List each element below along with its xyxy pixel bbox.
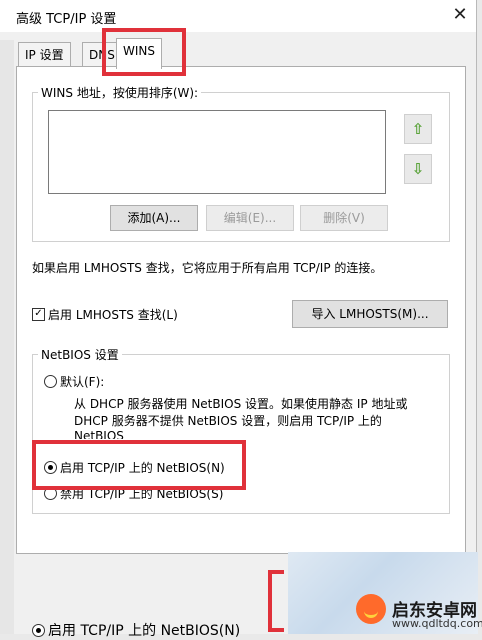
move-up-button[interactable]: ⇧	[404, 114, 432, 144]
lmhosts-note: 如果启用 LMHOSTS 查找，它将应用于所有启用 TCP/IP 的连接。	[32, 261, 383, 275]
add-button[interactable]: 添加(A)...	[110, 205, 198, 231]
tab-wins[interactable]: WINS	[116, 38, 162, 69]
background-bottom-text: 启用 TCP/IP 上的 NetBIOS(N)	[48, 623, 241, 639]
move-down-button[interactable]: ⇩	[404, 154, 432, 184]
advanced-tcpip-dialog: 高级 TCP/IP 设置 ✕ IP 设置 DNS WINS WINS 地址，按使…	[0, 0, 477, 634]
netbios-group-label: NetBIOS 设置	[38, 346, 122, 363]
arrow-down-icon: ⇩	[411, 160, 425, 178]
radio-default-label[interactable]: 默认(F):	[60, 373, 104, 390]
edit-button[interactable]: 编辑(E)...	[206, 205, 294, 231]
import-lmhosts-button[interactable]: 导入 LMHOSTS(M)...	[292, 300, 448, 328]
default-description-line-2: DHCP 服务器不提供 NetBIOS 设置，则启用 TCP/IP 上的	[74, 414, 382, 428]
highlight-partial-bottom	[268, 570, 284, 632]
background-radio	[32, 624, 45, 637]
default-description-line-3: NetBIOS	[74, 429, 124, 439]
lmhosts-checkbox[interactable]: ✓	[32, 308, 45, 321]
watermark-logo-icon	[356, 594, 386, 624]
radio-default[interactable]	[44, 375, 57, 388]
wins-group-label: WINS 地址，按使用排序(W):	[38, 84, 202, 101]
lmhosts-checkbox-label[interactable]: 启用 LMHOSTS 查找(L)	[48, 306, 178, 323]
close-icon[interactable]: ✕	[446, 2, 474, 28]
remove-button[interactable]: 删除(V)	[300, 205, 388, 231]
highlight-enable-netbios	[32, 440, 246, 490]
tab-wins-label: WINS	[123, 44, 155, 58]
window-title: 高级 TCP/IP 设置	[16, 12, 117, 27]
default-description-line-1: 从 DHCP 服务器使用 NetBIOS 设置。如果使用静态 IP 地址或	[74, 397, 408, 411]
watermark-url: www.qdltdq.com	[392, 617, 482, 630]
tab-ip-settings[interactable]: IP 设置	[18, 42, 71, 67]
tab-ip-settings-label: IP 设置	[25, 48, 64, 62]
arrow-up-icon: ⇧	[411, 120, 425, 138]
background-window-edge	[0, 40, 14, 634]
title-bar: 高级 TCP/IP 设置 ✕	[0, 0, 476, 32]
wins-address-list[interactable]	[48, 110, 386, 194]
